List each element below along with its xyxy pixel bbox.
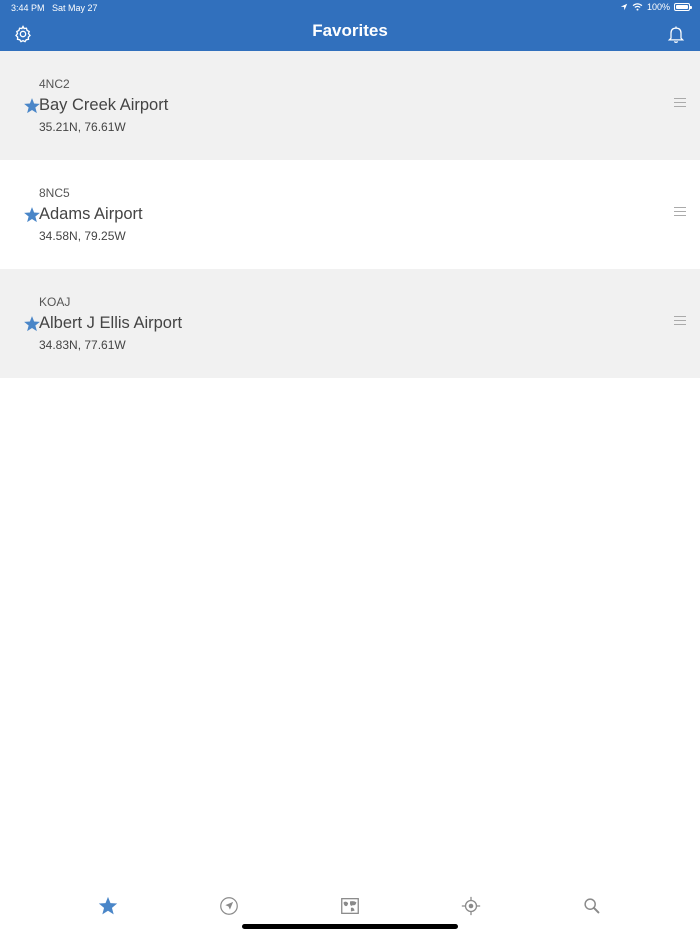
tab-nearby-navigation-icon[interactable] bbox=[218, 895, 240, 917]
reorder-handle-icon[interactable] bbox=[674, 316, 686, 327]
home-indicator[interactable] bbox=[242, 924, 458, 929]
wifi-icon bbox=[632, 3, 643, 11]
airport-code: 8NC5 bbox=[39, 186, 70, 200]
airport-name: Adams Airport bbox=[39, 205, 143, 223]
airport-name: Albert J Ellis Airport bbox=[39, 314, 183, 332]
favorite-row[interactable]: 8NC5 Adams Airport 34.58N, 79.25W bbox=[0, 160, 700, 269]
navigation-bar: Favorites bbox=[0, 16, 700, 51]
airport-name: Bay Creek Airport bbox=[39, 96, 169, 114]
tab-favorites-star-icon[interactable] bbox=[97, 895, 119, 917]
page-title: Favorites bbox=[312, 21, 388, 40]
reorder-handle-icon[interactable] bbox=[674, 98, 686, 109]
airport-coordinates: 34.58N, 79.25W bbox=[39, 229, 126, 243]
status-time: 3:44 PM bbox=[11, 3, 45, 13]
status-date: Sat May 27 bbox=[52, 3, 98, 13]
favorite-row[interactable]: KOAJ Albert J Ellis Airport 34.83N, 77.6… bbox=[0, 269, 700, 378]
airport-coordinates: 34.83N, 77.61W bbox=[39, 338, 126, 352]
airport-code: 4NC2 bbox=[39, 77, 70, 91]
tab-map-icon[interactable] bbox=[339, 895, 361, 917]
status-bar: 3:44 PM Sat May 27 100% bbox=[0, 0, 700, 16]
airport-coordinates: 35.21N, 76.61W bbox=[39, 120, 126, 134]
battery-icon bbox=[674, 3, 692, 11]
favorite-row[interactable]: 4NC2 Bay Creek Airport 35.21N, 76.61W bbox=[0, 51, 700, 160]
tab-location-target-icon[interactable] bbox=[460, 895, 482, 917]
favorites-list: 4NC2 Bay Creek Airport 35.21N, 76.61W 8N… bbox=[0, 51, 700, 378]
battery-percent: 100% bbox=[646, 2, 670, 12]
location-arrow-icon bbox=[620, 3, 628, 11]
reorder-handle-icon[interactable] bbox=[674, 207, 686, 218]
tab-bar bbox=[0, 895, 700, 925]
tab-search-icon[interactable] bbox=[581, 895, 603, 917]
bell-icon[interactable] bbox=[666, 24, 686, 44]
status-indicators: 100% bbox=[620, 2, 692, 12]
airport-code: KOAJ bbox=[39, 295, 71, 309]
